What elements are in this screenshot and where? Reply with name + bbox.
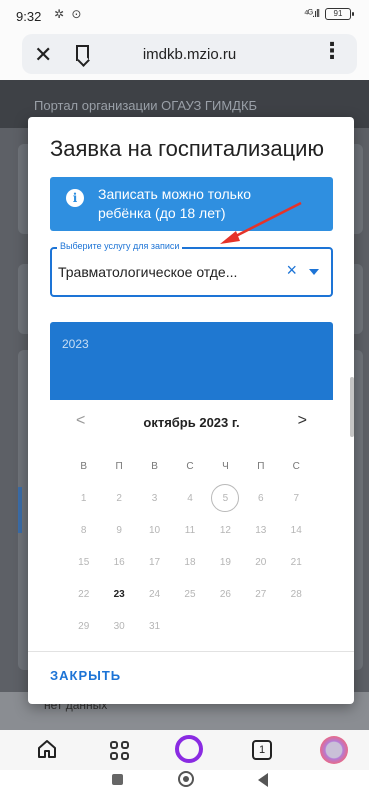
calendar-day: 30 [113, 620, 125, 632]
calendar-day: 15 [78, 556, 90, 568]
weekday-label: П [115, 460, 123, 472]
calendar-week-row: 15 16 17 18 19 20 21 [66, 546, 314, 578]
calendar-day: 4 [187, 492, 193, 504]
notification-icons: ✲ ⊙ [54, 7, 84, 21]
calendar-day: 25 [184, 588, 196, 600]
service-select[interactable]: Выберите услугу для записи Травматологич… [50, 241, 333, 297]
calendar-week-row: 8 9 10 11 12 13 14 [66, 514, 314, 546]
service-select-value[interactable]: Травматологическое отде... [58, 264, 237, 280]
tabs-count-button[interactable]: 1 [252, 740, 272, 760]
weekday-label: В [151, 460, 158, 472]
status-bar: 9:32 ✲ ⊙ ⁴ᴳ.ıll 91 [0, 0, 369, 30]
weekday-label: Ч [222, 460, 229, 472]
calendar-day: 6 [258, 492, 264, 504]
calendar-day: 2 [116, 492, 122, 504]
signal-icon: ⁴ᴳ.ıll [303, 8, 320, 20]
weekday-label: П [257, 460, 265, 472]
calendar-week-row: 22 23 24 25 26 27 28 [66, 578, 314, 610]
browser-bar: ✕ imdkb.mzio.ru ⋮ [0, 30, 369, 80]
calendar-day: 7 [293, 492, 300, 504]
annotation-arrow-icon [220, 201, 302, 244]
weekday-label: С [186, 460, 194, 472]
calendar-day: 3 [151, 492, 158, 504]
calendar-day: 28 [290, 588, 302, 600]
calendar-day[interactable]: 23 [101, 578, 136, 610]
calendar-day: 24 [148, 588, 161, 600]
url-text[interactable]: imdkb.mzio.ru [22, 46, 357, 63]
calendar-day: 11 [184, 524, 196, 536]
calendar-day: 20 [255, 556, 267, 568]
dialog-divider [28, 651, 354, 652]
next-month-button[interactable]: > [298, 412, 307, 430]
calendar-day: 13 [255, 524, 267, 536]
status-time: 9:32 [16, 9, 42, 24]
url-bar[interactable]: ✕ imdkb.mzio.ru ⋮ [22, 34, 357, 74]
calendar-empty-cell [279, 610, 314, 642]
calendar-week-row: 29 30 31 [66, 610, 314, 642]
chevron-down-icon[interactable] [309, 269, 319, 275]
calendar-day: 26 [219, 588, 231, 600]
calendar-day: 31 [148, 620, 161, 632]
background-accent [18, 487, 22, 533]
hospitalization-dialog: Заявка на госпитализацию i Записать можн… [28, 117, 354, 704]
service-select-label: Выберите услугу для записи [57, 241, 183, 251]
info-icon: i [66, 189, 84, 207]
weekday-label: В [80, 460, 88, 472]
weekday-label: С [292, 460, 300, 472]
clear-icon[interactable]: × [286, 260, 297, 281]
calendar-day: 14 [290, 524, 302, 536]
calendar-day: 16 [113, 556, 125, 568]
calendar-year[interactable]: 2023 [62, 337, 89, 351]
recents-icon[interactable] [112, 774, 123, 785]
status-right: ⁴ᴳ.ıll 91 [303, 8, 354, 20]
browser-bottom-nav: 1 [0, 730, 369, 770]
calendar-day: 19 [219, 556, 231, 568]
avatar[interactable] [320, 736, 348, 764]
calendar-day: 1 [80, 492, 87, 504]
calendar-day: 17 [148, 556, 161, 568]
system-nav [0, 770, 369, 802]
calendar-day: 9 [116, 524, 122, 536]
home-icon[interactable] [36, 738, 58, 760]
calendar-header: 2023 [50, 322, 333, 400]
calendar-empty-cell [243, 610, 278, 642]
calendar-day: 12 [219, 524, 231, 536]
calendar-month-label: октябрь 2023 г. [143, 415, 240, 430]
dialog-scrollbar[interactable] [350, 177, 354, 647]
home-system-icon[interactable] [178, 771, 194, 787]
weekday-header-row: ВПВСЧПС [66, 450, 314, 482]
dialog-title: Заявка на госпитализацию [50, 136, 324, 161]
calendar-empty-cell [208, 610, 243, 642]
back-icon[interactable] [258, 773, 268, 787]
close-button[interactable]: ЗАКРЫТЬ [50, 668, 121, 683]
calendar-grid: В П В С Ч П С 1 2 3 4 5 6 7 8 9 10 11 12 13 14 15 16 17 18 19 20 21… [66, 450, 314, 642]
calendar-day: 10 [148, 524, 161, 536]
portal-title: Портал организации ОГАУЗ ГИМДКБ [34, 98, 258, 113]
calendar-day: 22 [78, 588, 90, 600]
calendar-day: 29 [78, 620, 90, 632]
calendar-empty-cell [172, 610, 207, 642]
more-vert-icon[interactable]: ⋮ [321, 40, 343, 62]
services-icon[interactable] [110, 741, 129, 760]
battery-icon: 91 [325, 8, 354, 20]
calendar-day: 27 [255, 588, 267, 600]
calendar-day: 18 [184, 556, 196, 568]
calendar-nav: < октябрь 2023 г. > [50, 409, 333, 439]
calendar-week-row: 1 2 3 4 5 6 7 [66, 482, 314, 514]
calendar-day: 5 [208, 482, 243, 514]
calendar-day: 8 [80, 524, 87, 536]
alice-assistant-icon[interactable] [175, 735, 203, 763]
calendar-day: 21 [290, 556, 302, 568]
